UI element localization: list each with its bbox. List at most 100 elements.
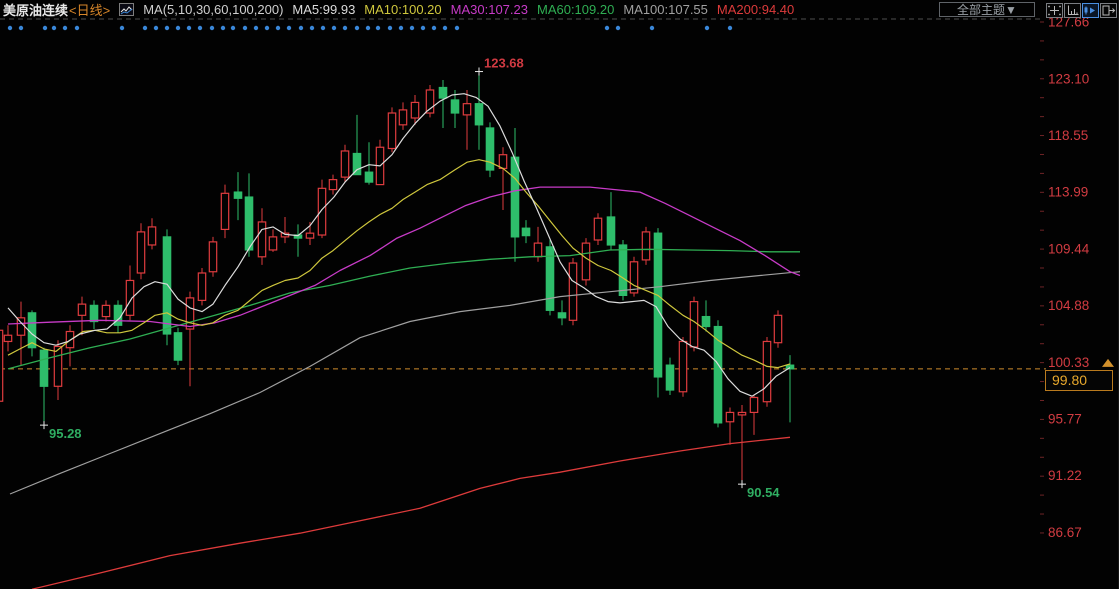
event-dot: [310, 26, 314, 30]
event-dot: [366, 26, 370, 30]
event-dot: [254, 26, 258, 30]
chart-header: 美原油连续 <日线> MA(5,10,30,60,100,200) MA5:99…: [3, 1, 794, 18]
candle-body-up: [0, 330, 3, 401]
low-price-annotation: 90.54: [747, 485, 780, 500]
candle-body-down: [666, 365, 673, 390]
candle-body-down: [245, 197, 252, 250]
price-axis-label: 100.33: [1048, 355, 1089, 370]
event-dot: [221, 26, 225, 30]
candle-body-up: [763, 341, 770, 401]
ma100-value: MA100:107.55: [623, 2, 708, 17]
event-dot: [63, 26, 67, 30]
candle-body-up: [774, 315, 781, 342]
event-dot: [19, 26, 23, 30]
candle-body-up: [738, 412, 745, 414]
ma-line-ma5: [8, 94, 790, 397]
candle-body-up: [137, 232, 144, 273]
candle-body-up: [690, 302, 697, 347]
current-price-badge: 99.80: [1045, 370, 1113, 391]
candle-body-down: [40, 350, 47, 386]
event-dot: [165, 26, 169, 30]
candle-body-down: [654, 233, 661, 377]
candle-body-down: [558, 313, 565, 318]
symbol-title: 美原油连续: [3, 0, 68, 19]
exit-pane-icon[interactable]: [1100, 3, 1117, 18]
mini-chart-icon[interactable]: [119, 3, 134, 16]
candle-body-up: [209, 242, 216, 272]
event-dot: [187, 26, 191, 30]
price-axis-label: 95.77: [1048, 412, 1082, 427]
candle-body-up: [499, 155, 506, 169]
candle-body-down: [163, 237, 170, 334]
event-dot: [321, 26, 325, 30]
price-axis-label: 118.55: [1048, 128, 1088, 143]
event-dot: [421, 26, 425, 30]
current-price-value: 99.80: [1052, 372, 1087, 388]
event-dot: [52, 26, 56, 30]
candle-body-up: [399, 110, 406, 125]
ma30-value: MA30:107.23: [451, 2, 528, 17]
candle-body-down: [511, 157, 518, 237]
candle-body-up: [411, 102, 418, 118]
candle-body-down: [90, 305, 97, 321]
ma-line-ma10: [8, 160, 790, 368]
candle-body-down: [234, 192, 241, 198]
ma60-value: MA60:109.20: [537, 2, 614, 17]
kline-chart[interactable]: 127.66123.10118.55113.99109.44104.88100.…: [0, 0, 1119, 589]
event-dot: [705, 26, 709, 30]
candle-body-down: [522, 228, 529, 235]
period-label[interactable]: <日线>: [69, 0, 110, 19]
candle-body-up: [198, 273, 205, 300]
candle-body-down: [619, 245, 626, 295]
ma10-value: MA10:100.20: [364, 2, 441, 17]
candle-body-down: [451, 100, 458, 113]
candle-body-down: [439, 87, 446, 98]
event-dot: [143, 26, 147, 30]
event-dot: [376, 26, 380, 30]
high-price-annotation: 123.68: [484, 56, 524, 71]
event-dot: [210, 26, 214, 30]
event-dot: [616, 26, 620, 30]
candle-body-up: [726, 412, 733, 421]
price-axis-label: 113.99: [1048, 185, 1088, 200]
candle-body-down: [475, 104, 482, 125]
axis-scale-icon[interactable]: [1064, 3, 1081, 18]
event-dot: [650, 26, 654, 30]
event-dot: [299, 26, 303, 30]
price-axis-label: 123.10: [1048, 71, 1089, 86]
ma-line-ma200: [32, 437, 790, 589]
move-crosshair-icon[interactable]: [1046, 3, 1063, 18]
all-themes-dropdown[interactable]: 全部主题▼: [939, 2, 1035, 17]
event-dot: [410, 26, 414, 30]
candle-body-up: [54, 346, 61, 386]
candle-body-up: [630, 262, 637, 293]
candle-body-up: [186, 298, 193, 329]
candle-body-up: [750, 397, 757, 412]
event-dot: [343, 26, 347, 30]
price-axis-label: 91.22: [1048, 468, 1082, 483]
event-dot: [432, 26, 436, 30]
candle-body-up: [463, 104, 470, 115]
event-dot: [355, 26, 359, 30]
event-dot: [8, 26, 12, 30]
candle-body-down: [607, 217, 614, 245]
event-dot: [265, 26, 269, 30]
event-dot: [443, 26, 447, 30]
event-dot: [243, 26, 247, 30]
price-axis-label: 109.44: [1048, 241, 1090, 256]
candle-body-down: [353, 153, 360, 174]
event-dot: [605, 26, 609, 30]
event-dot: [231, 26, 235, 30]
candle-body-up: [594, 218, 601, 240]
event-dot: [455, 26, 459, 30]
event-dot: [43, 26, 47, 30]
kline-panel-icon[interactable]: [1082, 3, 1099, 18]
candle-body-up: [582, 243, 589, 280]
candle-body-up: [318, 188, 325, 235]
event-dot: [287, 26, 291, 30]
event-dot: [728, 26, 732, 30]
event-dot: [176, 26, 180, 30]
event-dot: [198, 26, 202, 30]
candle-body-up: [329, 180, 336, 190]
candle-body-down: [702, 317, 709, 327]
